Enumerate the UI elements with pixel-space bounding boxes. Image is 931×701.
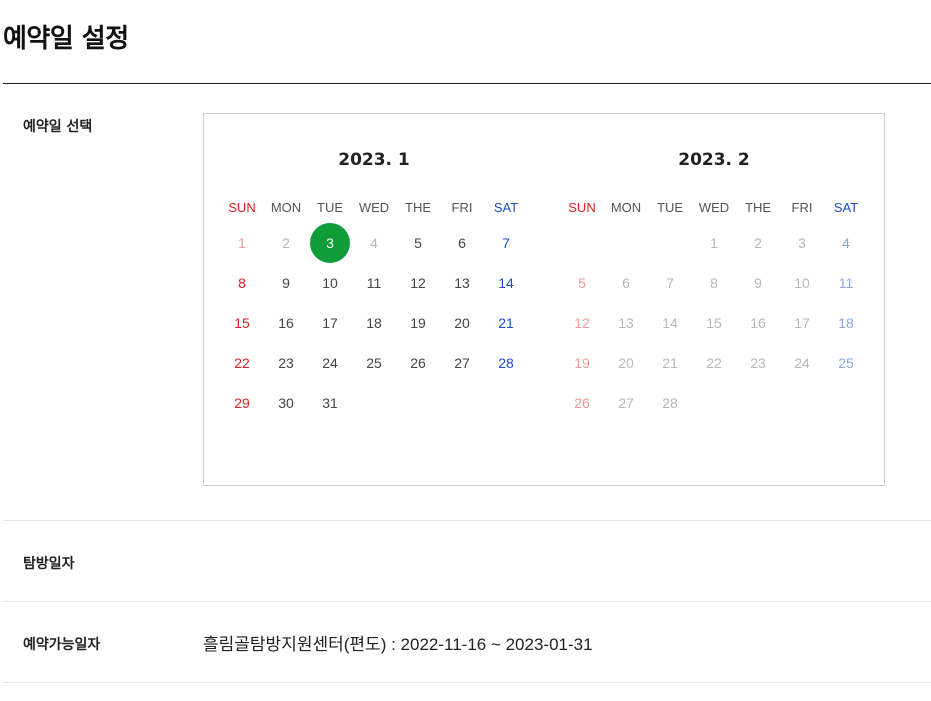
calendar-day[interactable]: 21 <box>486 303 526 343</box>
available-period-text: 흘림골탐방지원센터(편도) : 2022-11-16 ~ 2023-01-31 <box>203 635 593 654</box>
calendar-day: 23 <box>750 355 766 371</box>
calendar-day: 1 <box>710 235 718 251</box>
calendar-day[interactable]: 20 <box>442 303 482 343</box>
calendar-day[interactable]: 29 <box>222 383 262 423</box>
weekday-header-wed: WED <box>698 200 730 215</box>
row-label-date-select: 예약일 선택 <box>23 119 93 135</box>
calendar-day: 13 <box>618 315 634 331</box>
calendar-day[interactable]: 27 <box>442 343 482 383</box>
calendar-day: 24 <box>794 355 810 371</box>
calendar-day: 2 <box>754 235 762 251</box>
row-label-visit-date: 탐방일자 <box>23 556 75 572</box>
calendar-day: 4 <box>842 235 850 251</box>
calendar-day: 27 <box>618 395 634 411</box>
calendar-day[interactable]: 30 <box>266 383 306 423</box>
calendar-day[interactable]: 23 <box>266 343 306 383</box>
calendar-day: 11 <box>838 275 854 291</box>
title-divider <box>3 83 931 84</box>
weekday-header-mon: MON <box>610 200 642 215</box>
row-divider-3 <box>3 682 931 683</box>
calendar-day: 12 <box>574 315 590 331</box>
calendar-day[interactable]: 5 <box>398 223 438 263</box>
calendar-day[interactable]: 19 <box>398 303 438 343</box>
calendar-day[interactable]: 11 <box>354 263 394 303</box>
calendar-day: 16 <box>750 315 766 331</box>
calendar-day[interactable]: 25 <box>354 343 394 383</box>
calendar-day: 10 <box>794 275 810 291</box>
calendar-day[interactable]: 14 <box>486 263 526 303</box>
calendar-day[interactable]: 13 <box>442 263 482 303</box>
calendar-day: 21 <box>662 355 678 371</box>
calendar-day: 9 <box>754 275 762 291</box>
calendar-day: 6 <box>622 275 630 291</box>
calendar-day[interactable]: 18 <box>354 303 394 343</box>
month-title-jan: 2023. 1 <box>338 150 410 170</box>
calendar-day: 4 <box>370 235 378 251</box>
weekday-header-tue: TUE <box>317 200 343 215</box>
weekday-header-the: THE <box>745 200 771 215</box>
calendar-day[interactable]: 10 <box>310 263 350 303</box>
calendar-day[interactable]: 26 <box>398 343 438 383</box>
calendar-day[interactable]: 17 <box>310 303 350 343</box>
calendar-day: 3 <box>798 235 806 251</box>
calendar-day: 28 <box>662 395 678 411</box>
calendar-day: 18 <box>838 315 854 331</box>
weekday-header-sat: SAT <box>833 200 859 215</box>
row-divider-2 <box>3 601 931 602</box>
weekday-header-sat: SAT <box>493 200 519 215</box>
calendar-day: 20 <box>618 355 634 371</box>
calendar-day[interactable]: 6 <box>442 223 482 263</box>
calendar-day: 17 <box>794 315 810 331</box>
calendar-day[interactable]: 24 <box>310 343 350 383</box>
calendar-day[interactable]: 8 <box>222 263 262 303</box>
calendar-day[interactable]: 15 <box>222 303 262 343</box>
weekday-header-wed: WED <box>358 200 390 215</box>
calendar-day: 26 <box>574 395 590 411</box>
calendar-day[interactable]: 28 <box>486 343 526 383</box>
calendar-day: 19 <box>574 355 590 371</box>
calendar-day: 1 <box>238 235 246 251</box>
calendar-day[interactable]: 9 <box>266 263 306 303</box>
weekday-header-the: THE <box>405 200 431 215</box>
calendar-day-selected[interactable]: 3 <box>310 223 350 263</box>
month-title-feb: 2023. 2 <box>678 150 750 170</box>
calendar-day: 2 <box>282 235 290 251</box>
weekday-header-fri: FRI <box>451 200 473 215</box>
calendar-day[interactable]: 22 <box>222 343 262 383</box>
weekday-header-sun: SUN <box>228 200 256 215</box>
calendar-day: 14 <box>662 315 678 331</box>
row-divider-1 <box>3 520 931 521</box>
weekday-header-mon: MON <box>270 200 302 215</box>
weekday-header-fri: FRI <box>791 200 813 215</box>
calendar-day[interactable]: 16 <box>266 303 306 343</box>
calendar-day[interactable]: 31 <box>310 383 350 423</box>
calendar-day: 22 <box>706 355 722 371</box>
weekday-header-sun: SUN <box>568 200 596 215</box>
weekday-header-tue: TUE <box>657 200 683 215</box>
calendar-day: 15 <box>706 315 722 331</box>
row-label-available: 예약가능일자 <box>23 637 101 653</box>
calendar-day[interactable]: 12 <box>398 263 438 303</box>
calendar-day: 25 <box>838 355 854 371</box>
page-title: 예약일 설정 <box>3 24 129 54</box>
calendar-day[interactable]: 7 <box>486 223 526 263</box>
calendar-day: 8 <box>710 275 718 291</box>
calendar-day: 5 <box>578 275 586 291</box>
calendar-day: 7 <box>666 275 674 291</box>
